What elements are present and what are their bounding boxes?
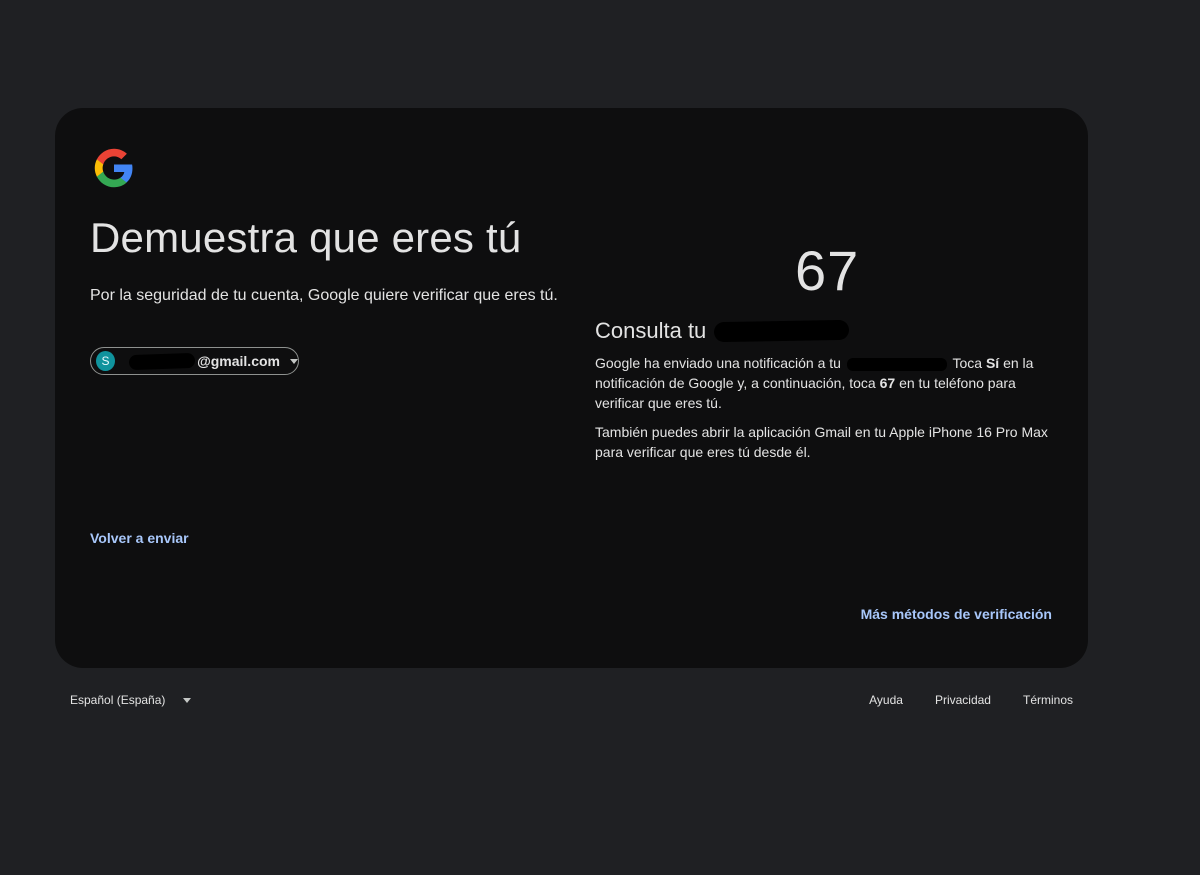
verification-code: 67	[795, 239, 860, 302]
resend-link[interactable]: Volver a enviar	[90, 530, 189, 546]
footer-link-privacy[interactable]: Privacidad	[935, 693, 991, 707]
redacted-email-local-part	[128, 352, 196, 370]
chevron-down-icon	[290, 358, 298, 364]
account-selector[interactable]: S @gmail.com	[90, 347, 299, 375]
language-label: Español (España)	[70, 693, 166, 707]
footer-link-help[interactable]: Ayuda	[869, 693, 903, 707]
footer-links: Ayuda Privacidad Términos	[869, 693, 1073, 707]
more-verification-methods-link[interactable]: Más métodos de verificación	[861, 606, 1052, 622]
info-yes: Sí	[985, 355, 1000, 371]
redacted-device-name	[714, 319, 850, 343]
info-part-1: Google ha enviado una notificación a tu	[595, 355, 841, 371]
check-device-heading-text: Consulta tu	[595, 318, 707, 343]
avatar: S	[96, 351, 115, 371]
redacted-device-inline	[846, 357, 947, 371]
page: Demuestra que eres tú Por la seguridad d…	[0, 0, 1200, 875]
info-code: 67	[879, 375, 896, 391]
info-part-2: Toca	[952, 355, 983, 371]
page-title: Demuestra que eres tú	[90, 214, 522, 261]
gmail-app-alternative: También puedes abrir la aplicación Gmail…	[595, 424, 1048, 460]
language-selector[interactable]: Español (España)	[70, 693, 192, 707]
notification-instructions: Google ha enviado una notificación a tu …	[595, 353, 1055, 413]
check-device-heading: Consulta tu	[595, 318, 850, 344]
page-subtitle: Por la seguridad de tu cuenta, Google qu…	[90, 287, 558, 304]
footer-link-terms[interactable]: Términos	[1023, 693, 1073, 707]
account-email-domain: @gmail.com	[197, 353, 280, 369]
google-logo-icon	[94, 148, 133, 188]
chevron-down-icon	[183, 697, 192, 703]
